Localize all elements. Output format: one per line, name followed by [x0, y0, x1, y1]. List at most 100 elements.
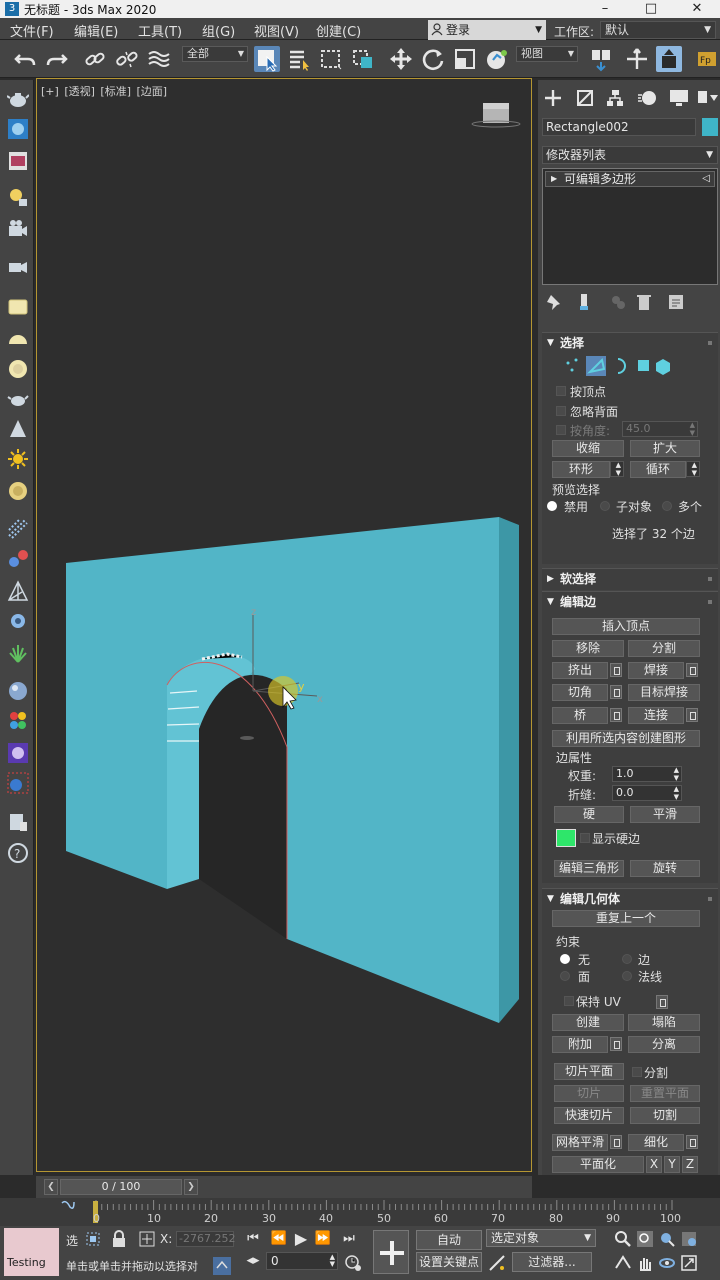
menu-group[interactable]: 组(G)	[202, 21, 235, 40]
spinner-arrows-icon[interactable]: ▲ ▼	[616, 461, 621, 477]
stack-item-editable-poly[interactable]: ▶ 可编辑多边形 ◁	[545, 171, 715, 187]
zoom-icon[interactable]	[614, 1230, 632, 1248]
plant-icon[interactable]	[7, 642, 29, 664]
zoom-all-icon[interactable]	[636, 1230, 654, 1248]
make-unique-icon[interactable]	[608, 292, 628, 312]
split-button[interactable]: 分割	[628, 640, 700, 657]
polygon-mode-icon[interactable]	[638, 360, 649, 371]
link-icon[interactable]	[82, 46, 108, 72]
time-slider[interactable]: 0 / 100	[60, 1179, 182, 1195]
planar-z-button[interactable]: Z	[682, 1156, 698, 1173]
select-manipulate-icon[interactable]	[624, 46, 650, 72]
sun-light-icon[interactable]	[7, 448, 29, 470]
tessellate-settings-icon[interactable]	[686, 1135, 698, 1149]
absolute-mode-icon[interactable]	[138, 1230, 156, 1248]
preview-off-radio[interactable]	[547, 501, 557, 511]
element-mode-icon[interactable]	[656, 359, 670, 375]
show-hard-edges-checkbox[interactable]	[580, 833, 590, 843]
loop-spinner[interactable]: ▲ ▼	[686, 461, 700, 477]
cone-icon[interactable]	[7, 418, 29, 440]
select-object-icon[interactable]	[254, 46, 280, 72]
spinner-arrows-icon[interactable]: ▲ ▼	[674, 766, 679, 782]
bridge-button[interactable]: 桥	[552, 707, 608, 724]
utilities-tab-icon[interactable]	[696, 87, 718, 109]
chamfer-settings-icon[interactable]	[610, 685, 622, 699]
play-icon[interactable]: ▶	[292, 1230, 310, 1248]
extrude-settings-icon[interactable]	[610, 663, 622, 677]
spinner-arrows-icon[interactable]: ▲ ▼	[690, 421, 695, 437]
go-to-start-icon[interactable]: ⏮	[244, 1230, 262, 1248]
render-setup-icon[interactable]	[7, 742, 29, 764]
auto-key-button[interactable]: 自动	[416, 1230, 482, 1250]
wall-object[interactable]	[66, 517, 519, 1023]
by-angle-spinner[interactable]: 45.0 ▲ ▼	[622, 421, 698, 437]
motion-tab-icon[interactable]	[636, 87, 658, 109]
time-config-icon[interactable]	[344, 1254, 362, 1272]
extrude-button[interactable]: 挤出	[552, 662, 608, 679]
turn-button[interactable]: 旋转	[630, 860, 700, 877]
repeat-last-button[interactable]: 重复上一个	[552, 910, 700, 927]
spinner-arrows-icon[interactable]: ▲ ▼	[674, 785, 679, 801]
bridge-settings-icon[interactable]	[610, 708, 622, 722]
selection-filter-dropdown[interactable]: 全部 ▼	[182, 46, 248, 62]
hard-edge-color-swatch[interactable]	[556, 829, 576, 847]
molecule-icon[interactable]	[7, 548, 29, 570]
expand-arrow-icon[interactable]: ▶	[551, 172, 557, 186]
helper-grid-icon[interactable]	[7, 580, 29, 602]
time-next-icon[interactable]: ❯	[184, 1179, 198, 1195]
pivot-center-icon[interactable]	[588, 46, 614, 72]
menu-views[interactable]: 视图(V)	[254, 21, 299, 40]
meshsmooth-settings-icon[interactable]	[610, 1135, 622, 1149]
tessellate-button[interactable]: 细化	[628, 1134, 684, 1151]
disc-icon[interactable]	[7, 480, 29, 502]
hierarchy-tab-icon[interactable]	[604, 87, 626, 109]
gear-icon[interactable]	[7, 610, 29, 632]
connect-button[interactable]: 连接	[628, 707, 684, 724]
soft-selection-header[interactable]: ▶ 软选择	[542, 569, 718, 589]
snaps-icon[interactable]: Fp	[694, 46, 716, 72]
selection-rollout-header[interactable]: ▼ 选择	[542, 333, 718, 353]
move-icon[interactable]	[388, 46, 414, 72]
previous-frame-icon[interactable]: ⏪	[270, 1230, 288, 1248]
reset-plane-button[interactable]: 重置平面	[630, 1085, 700, 1102]
ignore-backface-checkbox[interactable]	[556, 406, 566, 416]
constraint-none-radio[interactable]	[560, 954, 570, 964]
plane-icon[interactable]	[7, 296, 29, 318]
zoom-extents-all-icon[interactable]	[680, 1230, 698, 1248]
key-tangent-icon[interactable]	[488, 1254, 506, 1272]
maxscript-listener[interactable]: Testing	[4, 1228, 59, 1276]
menu-create[interactable]: 创建(C)	[316, 21, 361, 40]
go-to-end-icon[interactable]: ⏭	[340, 1230, 358, 1248]
edit-triangulation-button[interactable]: 编辑三角形	[554, 860, 624, 877]
redo-icon[interactable]	[44, 46, 70, 72]
shrink-button[interactable]: 收缩	[552, 440, 624, 457]
scale-icon[interactable]	[452, 46, 478, 72]
cut-button[interactable]: 切割	[630, 1107, 700, 1124]
vertex-mode-icon[interactable]	[566, 358, 578, 372]
planar-y-button[interactable]: Y	[664, 1156, 680, 1173]
key-mode-icon[interactable]: ◂▸	[244, 1252, 262, 1270]
time-prev-icon[interactable]: ❮	[44, 1179, 58, 1195]
reference-coord-dropdown[interactable]: 视图 ▼	[516, 46, 578, 62]
modifier-list-dropdown[interactable]: 修改器列表 ▼	[542, 146, 718, 164]
current-frame-field[interactable]: 0 ▲ ▼	[266, 1252, 338, 1270]
modifier-stack[interactable]: ▶ 可编辑多边形 ◁	[542, 168, 718, 285]
preview-multi-radio[interactable]	[662, 501, 672, 511]
material-editor-icon[interactable]	[7, 118, 29, 140]
pan-hand-icon[interactable]	[636, 1254, 654, 1272]
edit-edges-header[interactable]: ▼ 编辑边	[542, 592, 718, 612]
chamfer-button[interactable]: 切角	[552, 684, 608, 701]
configure-sets-icon[interactable]	[666, 292, 686, 312]
edge-mode-icon[interactable]	[586, 356, 606, 376]
preserve-uv-settings-icon[interactable]	[656, 995, 668, 1009]
selected-object-icon[interactable]	[7, 772, 29, 794]
collapse-button[interactable]: 塌陷	[628, 1014, 700, 1031]
connect-settings-icon[interactable]	[686, 708, 698, 722]
preview-subobject-radio[interactable]	[600, 501, 610, 511]
hard-button[interactable]: 硬	[554, 806, 624, 823]
object-name-field[interactable]: Rectangle002	[542, 118, 696, 136]
remove-button[interactable]: 移除	[552, 640, 624, 657]
slice-plane-button[interactable]: 切片平面	[554, 1063, 624, 1080]
workspace-dropdown[interactable]: 默认 ▼	[600, 21, 716, 39]
adaptive-degradation-icon[interactable]	[212, 1256, 232, 1276]
